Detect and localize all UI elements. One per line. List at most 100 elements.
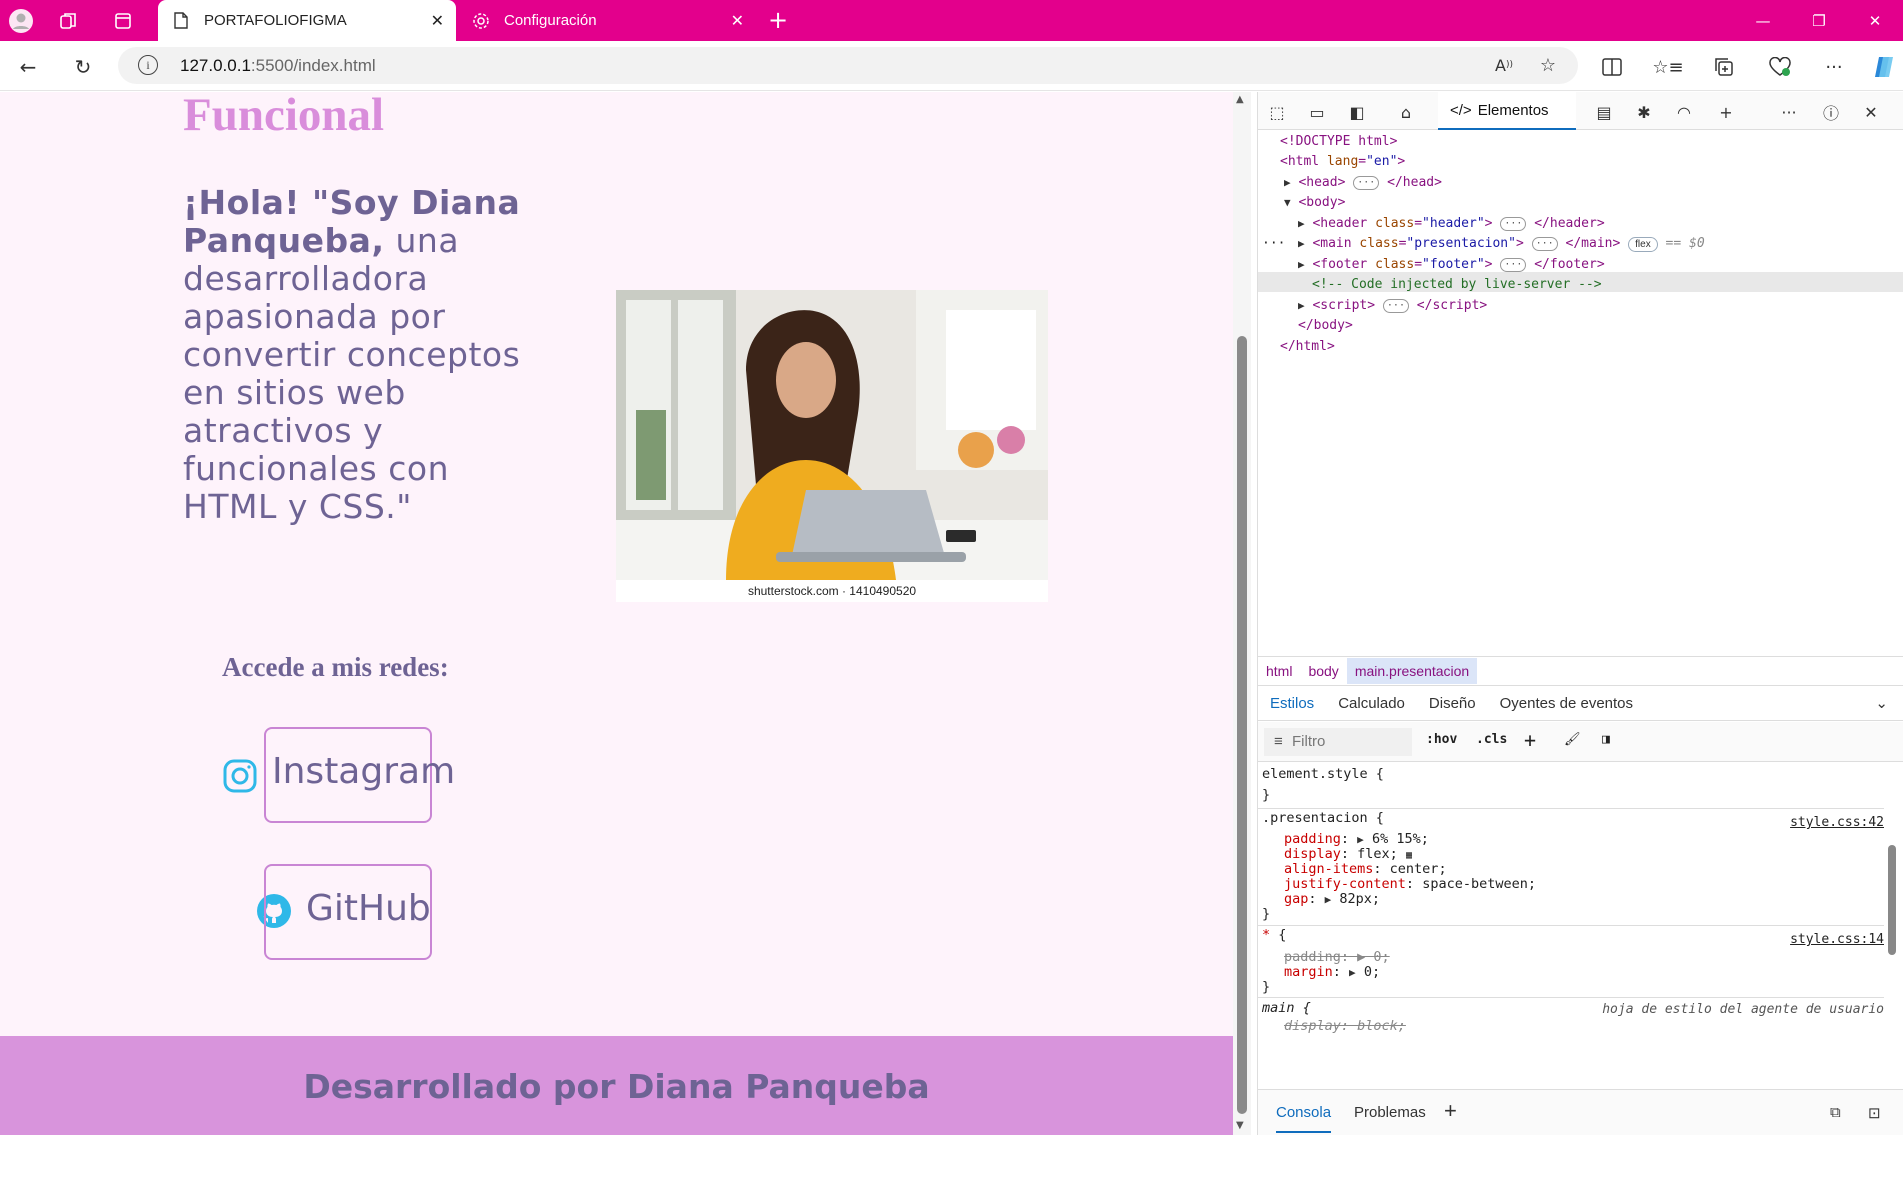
sidebar-toggle-icon[interactable]: ◨ bbox=[1602, 732, 1610, 747]
help-icon[interactable]: ⓘ bbox=[1818, 99, 1844, 125]
workspaces-icon[interactable] bbox=[54, 6, 84, 36]
crumb-main[interactable]: main.presentacion bbox=[1346, 657, 1478, 684]
social-title: Accede a mis redes: bbox=[222, 652, 449, 682]
cls-button[interactable]: .cls bbox=[1476, 732, 1507, 747]
favorite-star-icon[interactable]: ☆ bbox=[1534, 51, 1562, 79]
tab-oyentes[interactable]: Oyentes de eventos bbox=[1488, 695, 1645, 712]
close-devtools-icon[interactable]: ✕ bbox=[1858, 99, 1884, 125]
paint-brush-icon[interactable]: 🖌 bbox=[1564, 732, 1581, 747]
collections-icon[interactable] bbox=[1710, 53, 1738, 81]
filter-icon: ≡ bbox=[1274, 733, 1283, 750]
tab-estilos[interactable]: Estilos bbox=[1258, 695, 1326, 712]
tab-consola[interactable]: Consola bbox=[1276, 1104, 1332, 1133]
console-icon[interactable]: ▤ bbox=[1591, 99, 1617, 125]
tab-diseno[interactable]: Diseño bbox=[1417, 695, 1488, 712]
welcome-home-icon[interactable]: ⌂ bbox=[1393, 99, 1419, 125]
more-tools-plus-icon[interactable]: + bbox=[1713, 99, 1739, 125]
tab-portafoliofigma[interactable]: PORTAFOLIOFIGMA ✕ bbox=[158, 0, 456, 41]
more-menu-icon[interactable]: ··· bbox=[1820, 53, 1848, 81]
intro-name: ¡Hola! "Soy Diana Panqueba, bbox=[183, 183, 521, 260]
site-info-icon[interactable]: i bbox=[138, 55, 158, 75]
device-emulation-icon[interactable]: ▭ bbox=[1304, 99, 1330, 125]
profile-avatar-icon[interactable] bbox=[6, 6, 36, 36]
close-window-icon[interactable]: ✕ bbox=[1847, 0, 1903, 41]
refresh-icon[interactable]: ↻ bbox=[67, 51, 99, 83]
dom-doctype[interactable]: <!DOCTYPE html> bbox=[1280, 132, 1397, 152]
dom-script[interactable]: ▶ <script> ··· </script> bbox=[1298, 296, 1487, 316]
close-tab-icon[interactable]: ✕ bbox=[431, 11, 444, 31]
dom-footer[interactable]: ▶ <footer class="footer"> ··· </footer> bbox=[1298, 255, 1605, 275]
styles-pane: element.style { } .presentacion { style.… bbox=[1258, 763, 1884, 1081]
hov-button[interactable]: :hov bbox=[1426, 732, 1457, 747]
filter-input[interactable]: ≡ Filtro bbox=[1264, 728, 1412, 756]
dom-main[interactable]: ▶ <main class="presentacion"> ··· </main… bbox=[1298, 234, 1705, 254]
styles-tabs: Estilos Calculado Diseño Oyentes de even… bbox=[1258, 685, 1903, 721]
rule-presentacion-link[interactable]: style.css:42 bbox=[1790, 813, 1884, 832]
styles-scroll-thumb[interactable] bbox=[1888, 845, 1896, 955]
decl-display-block[interactable]: display: block; bbox=[1284, 1017, 1406, 1035]
scroll-up-icon[interactable]: ▲ bbox=[1236, 94, 1244, 105]
dom-body[interactable]: ▼ <body> bbox=[1284, 193, 1345, 213]
scroll-thumb[interactable] bbox=[1237, 336, 1247, 1114]
scroll-down-icon[interactable]: ▼ bbox=[1236, 1120, 1244, 1131]
rule-universal-link[interactable]: style.css:14 bbox=[1790, 930, 1884, 949]
read-aloud-icon[interactable]: A)) bbox=[1490, 51, 1518, 79]
rule-main-selector[interactable]: main { bbox=[1262, 999, 1311, 1017]
dock-side-icon[interactable]: ◧ bbox=[1344, 99, 1370, 125]
back-arrow-icon[interactable]: ← bbox=[12, 51, 44, 83]
dom-comment[interactable]: <!-- Code injected by live-server --> bbox=[1312, 275, 1602, 295]
devtools-more-icon[interactable]: ··· bbox=[1776, 99, 1802, 125]
browser-essentials-icon[interactable] bbox=[1766, 53, 1794, 81]
inspect-element-icon[interactable]: ⬚ bbox=[1264, 99, 1290, 125]
url-text: 127.0.0.1:5500/index.html bbox=[180, 56, 376, 75]
new-tab-icon[interactable]: + bbox=[768, 8, 788, 32]
dom-body-close[interactable]: </body> bbox=[1298, 316, 1353, 336]
tab-elementos[interactable]: </> Elementos bbox=[1438, 92, 1576, 130]
tab-problemas[interactable]: Problemas bbox=[1354, 1104, 1426, 1121]
profile-photo: shutterstock.com · 1410490520 bbox=[616, 290, 1048, 602]
page-scrollbar[interactable]: ▲ ▼ bbox=[1233, 92, 1251, 1135]
dom-html[interactable]: <html lang="en"> bbox=[1280, 152, 1405, 172]
restore-icon[interactable]: ❐ bbox=[1791, 0, 1847, 41]
network-wifi-icon[interactable]: ◠ bbox=[1671, 99, 1697, 125]
minimize-icon[interactable]: — bbox=[1735, 0, 1791, 41]
instagram-label[interactable]: Instagram bbox=[272, 751, 455, 792]
browser-tab-bar: PORTAFOLIOFIGMA ✕ Configuración ✕ + — ❐ … bbox=[0, 0, 1903, 41]
dom-header[interactable]: ▶ <header class="header"> ··· </header> bbox=[1298, 214, 1605, 234]
rule-element-style[interactable]: element.style { bbox=[1262, 765, 1384, 783]
rule-presentacion-selector[interactable]: .presentacion { bbox=[1262, 809, 1384, 827]
tab-actions-icon[interactable] bbox=[108, 6, 138, 36]
decl-margin[interactable]: margin: ▶ 0; bbox=[1284, 963, 1380, 982]
tab-calculado[interactable]: Calculado bbox=[1326, 695, 1417, 712]
flex-badge[interactable]: flex bbox=[1628, 237, 1658, 252]
new-rule-plus-icon[interactable]: + bbox=[1524, 728, 1536, 752]
dom-html-close[interactable]: </html> bbox=[1280, 337, 1335, 357]
intro-rest: una desarrolladora apasionada por conver… bbox=[183, 221, 521, 526]
dom-head[interactable]: ▶ <head> ··· </head> bbox=[1284, 173, 1442, 193]
crumb-body[interactable]: body bbox=[1300, 658, 1346, 684]
split-screen-icon[interactable] bbox=[1598, 53, 1626, 81]
drawer-collapse-icon[interactable]: ⊡ bbox=[1868, 1104, 1881, 1122]
rule-separator bbox=[1258, 925, 1884, 926]
devtools-toolbar: ⬚ ▭ ◧ ⌂ </> Elementos ▤ ✱ ◠ + ··· ⓘ ✕ bbox=[1258, 92, 1903, 130]
drawer-layout-icon[interactable]: ⧉ bbox=[1830, 1104, 1841, 1121]
close-tab-icon[interactable]: ✕ bbox=[731, 11, 744, 31]
add-drawer-tab-icon[interactable]: + bbox=[1444, 1098, 1457, 1124]
chevron-down-icon[interactable]: ⌄ bbox=[1863, 694, 1900, 712]
favorites-icon[interactable]: ☆≡ bbox=[1652, 53, 1683, 81]
window-controls: — ❐ ✕ bbox=[1735, 0, 1903, 41]
url-field[interactable]: i 127.0.0.1:5500/index.html A)) ☆ bbox=[118, 47, 1578, 84]
dom-row-more-icon[interactable]: ··· bbox=[1262, 234, 1285, 254]
page-heading: Funcional bbox=[183, 92, 385, 141]
code-icon: </> bbox=[1450, 101, 1472, 119]
rule-universal-selector[interactable]: * { bbox=[1262, 926, 1286, 944]
github-label[interactable]: GitHub bbox=[306, 888, 431, 929]
copilot-icon[interactable] bbox=[1870, 53, 1898, 81]
decl-gap[interactable]: gap: ▶ 82px; bbox=[1284, 890, 1380, 909]
debug-bug-icon[interactable]: ✱ bbox=[1631, 99, 1657, 125]
instagram-icon[interactable] bbox=[222, 758, 258, 794]
intro-text: ¡Hola! "Soy Diana Panqueba, una desarrol… bbox=[183, 184, 523, 526]
footer-text: Desarrollado por Diana Panqueba bbox=[303, 1067, 930, 1106]
tab-configuracion[interactable]: Configuración ✕ bbox=[458, 0, 756, 41]
crumb-html[interactable]: html bbox=[1258, 658, 1300, 684]
